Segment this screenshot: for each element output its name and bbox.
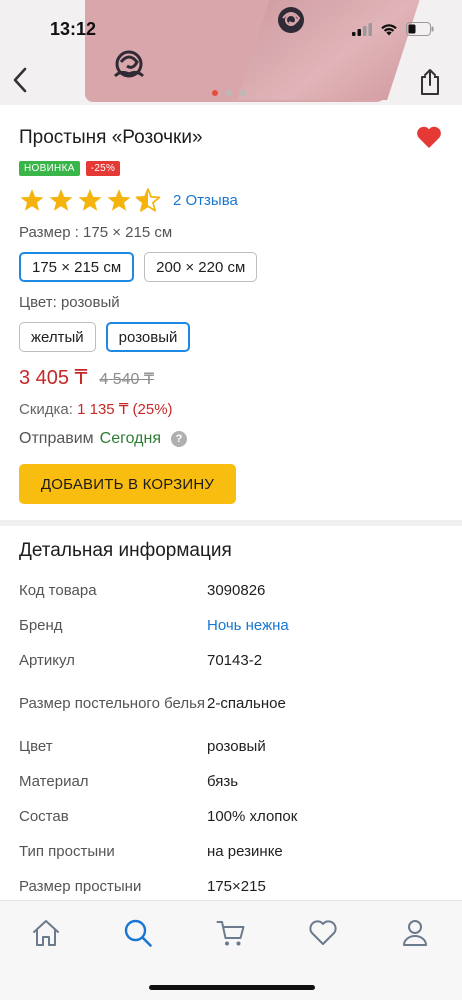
rating-stars [19,188,161,213]
discount-badge: -25% [85,161,121,176]
tab-profile[interactable] [399,917,431,949]
section-divider [0,520,462,526]
details-key: Код товара [19,582,97,599]
color-options: желтый розовый [19,322,191,352]
details-key: Артикул [19,652,75,669]
details-row: Тип простыни на резинке [19,834,449,869]
status-icons [352,22,434,36]
cart-icon [216,921,245,946]
color-option[interactable]: розовый [105,322,191,352]
home-indicator [149,985,315,990]
back-button[interactable] [6,62,34,98]
discount-label: Скидка: [19,401,73,418]
discount-value: 1 135 ₸ (25%) [77,401,173,418]
price: 3 405 ₸ [19,367,88,389]
size-option[interactable]: 175 × 215 см [19,252,135,282]
details-key: Цвет [19,738,53,755]
search-icon [124,919,152,947]
gallery-dot[interactable] [240,90,246,96]
details-value: 70143-2 [207,652,263,669]
tab-cart[interactable] [215,917,247,949]
details-key: Состав [19,808,69,825]
details-value: 2-спальное [207,695,286,712]
status-time: 13:12 [50,19,97,39]
details-key: Тип простыни [19,843,115,860]
details-row: Артикул 70143-2 [19,643,449,678]
cellular-signal-icon [352,22,372,36]
details-key: Материал [19,773,89,790]
details-key: Бренд [19,617,63,634]
gallery-dot[interactable] [212,90,218,96]
details-row: Бренд Ночь нежна [19,608,449,643]
product-card: Простыня «Розочки» НОВИНКА -25% 2 Отзыва… [0,105,462,520]
star-icon [49,189,73,211]
shipping-date: Сегодня [99,430,161,447]
details-row: Состав 100% хлопок [19,799,449,834]
gallery-dot[interactable] [226,90,232,96]
details-value: 100% хлопок [207,808,298,825]
size-options: 175 × 215 см 200 × 220 см [19,252,258,282]
price-row: 3 405 ₸ 4 540 ₸ [19,365,154,390]
battery-icon [406,22,434,36]
share-button[interactable] [416,64,444,100]
details-row: Код товара 3090826 [19,573,449,608]
details-row: Цвет розовый [19,729,449,764]
details-key: Размер постельного белья [19,695,206,712]
details-title: Детальная информация [19,540,232,561]
size-label: Размер : 175 × 215 см [19,224,173,241]
add-to-cart-button[interactable]: ДОБАВИТЬ В КОРЗИНУ [19,464,236,504]
share-icon [421,69,439,95]
star-icon [107,189,131,211]
color-option[interactable]: желтый [19,322,96,352]
favorite-button[interactable] [416,125,442,154]
details-row: Размер постельного белья 2-спальное [19,678,449,729]
details-value: на резинке [207,843,283,860]
status-bar: 13:12 [0,0,462,60]
rating: 2 Отзыва [19,188,238,213]
shipping-label: Отправим [19,430,94,447]
details-value: розовый [207,738,266,755]
star-half-icon [135,188,161,212]
reviews-link[interactable]: 2 Отзыва [173,192,238,209]
heart-icon [309,920,337,945]
profile-icon [403,920,427,946]
color-label: Цвет: розовый [19,294,120,311]
product-title: Простыня «Розочки» [19,127,203,148]
discount-info: Скидка: 1 135 ₸ (25%) [19,400,173,418]
home-icon [33,920,59,946]
details-key: Размер простыни [19,878,142,895]
shipping-info: Отправим Сегодня ? [19,430,187,448]
tab-favorites[interactable] [307,917,339,949]
old-price: 4 540 ₸ [99,371,155,388]
details-value: 3090826 [207,582,266,599]
gallery-pagination [212,90,246,96]
chevron-left-icon [13,67,27,93]
brand-link[interactable]: Ночь нежна [207,617,289,634]
star-icon [78,189,102,211]
details-value: 175×215 [207,878,266,895]
details-table: Код товара 3090826 Бренд Ночь нежна Арти… [19,573,449,904]
wifi-icon [381,23,397,35]
details-row: Материал бязь [19,764,449,799]
new-badge: НОВИНКА [19,161,80,176]
tab-home[interactable] [30,917,62,949]
size-option[interactable]: 200 × 220 см [144,252,258,282]
product-badges: НОВИНКА -25% [19,161,121,176]
details-row: Размер простыни 175×215 [19,869,449,904]
star-icon [20,189,44,211]
heart-icon [417,126,441,148]
details-value: бязь [207,773,239,790]
help-icon[interactable]: ? [171,431,187,447]
tab-search[interactable] [122,917,154,949]
